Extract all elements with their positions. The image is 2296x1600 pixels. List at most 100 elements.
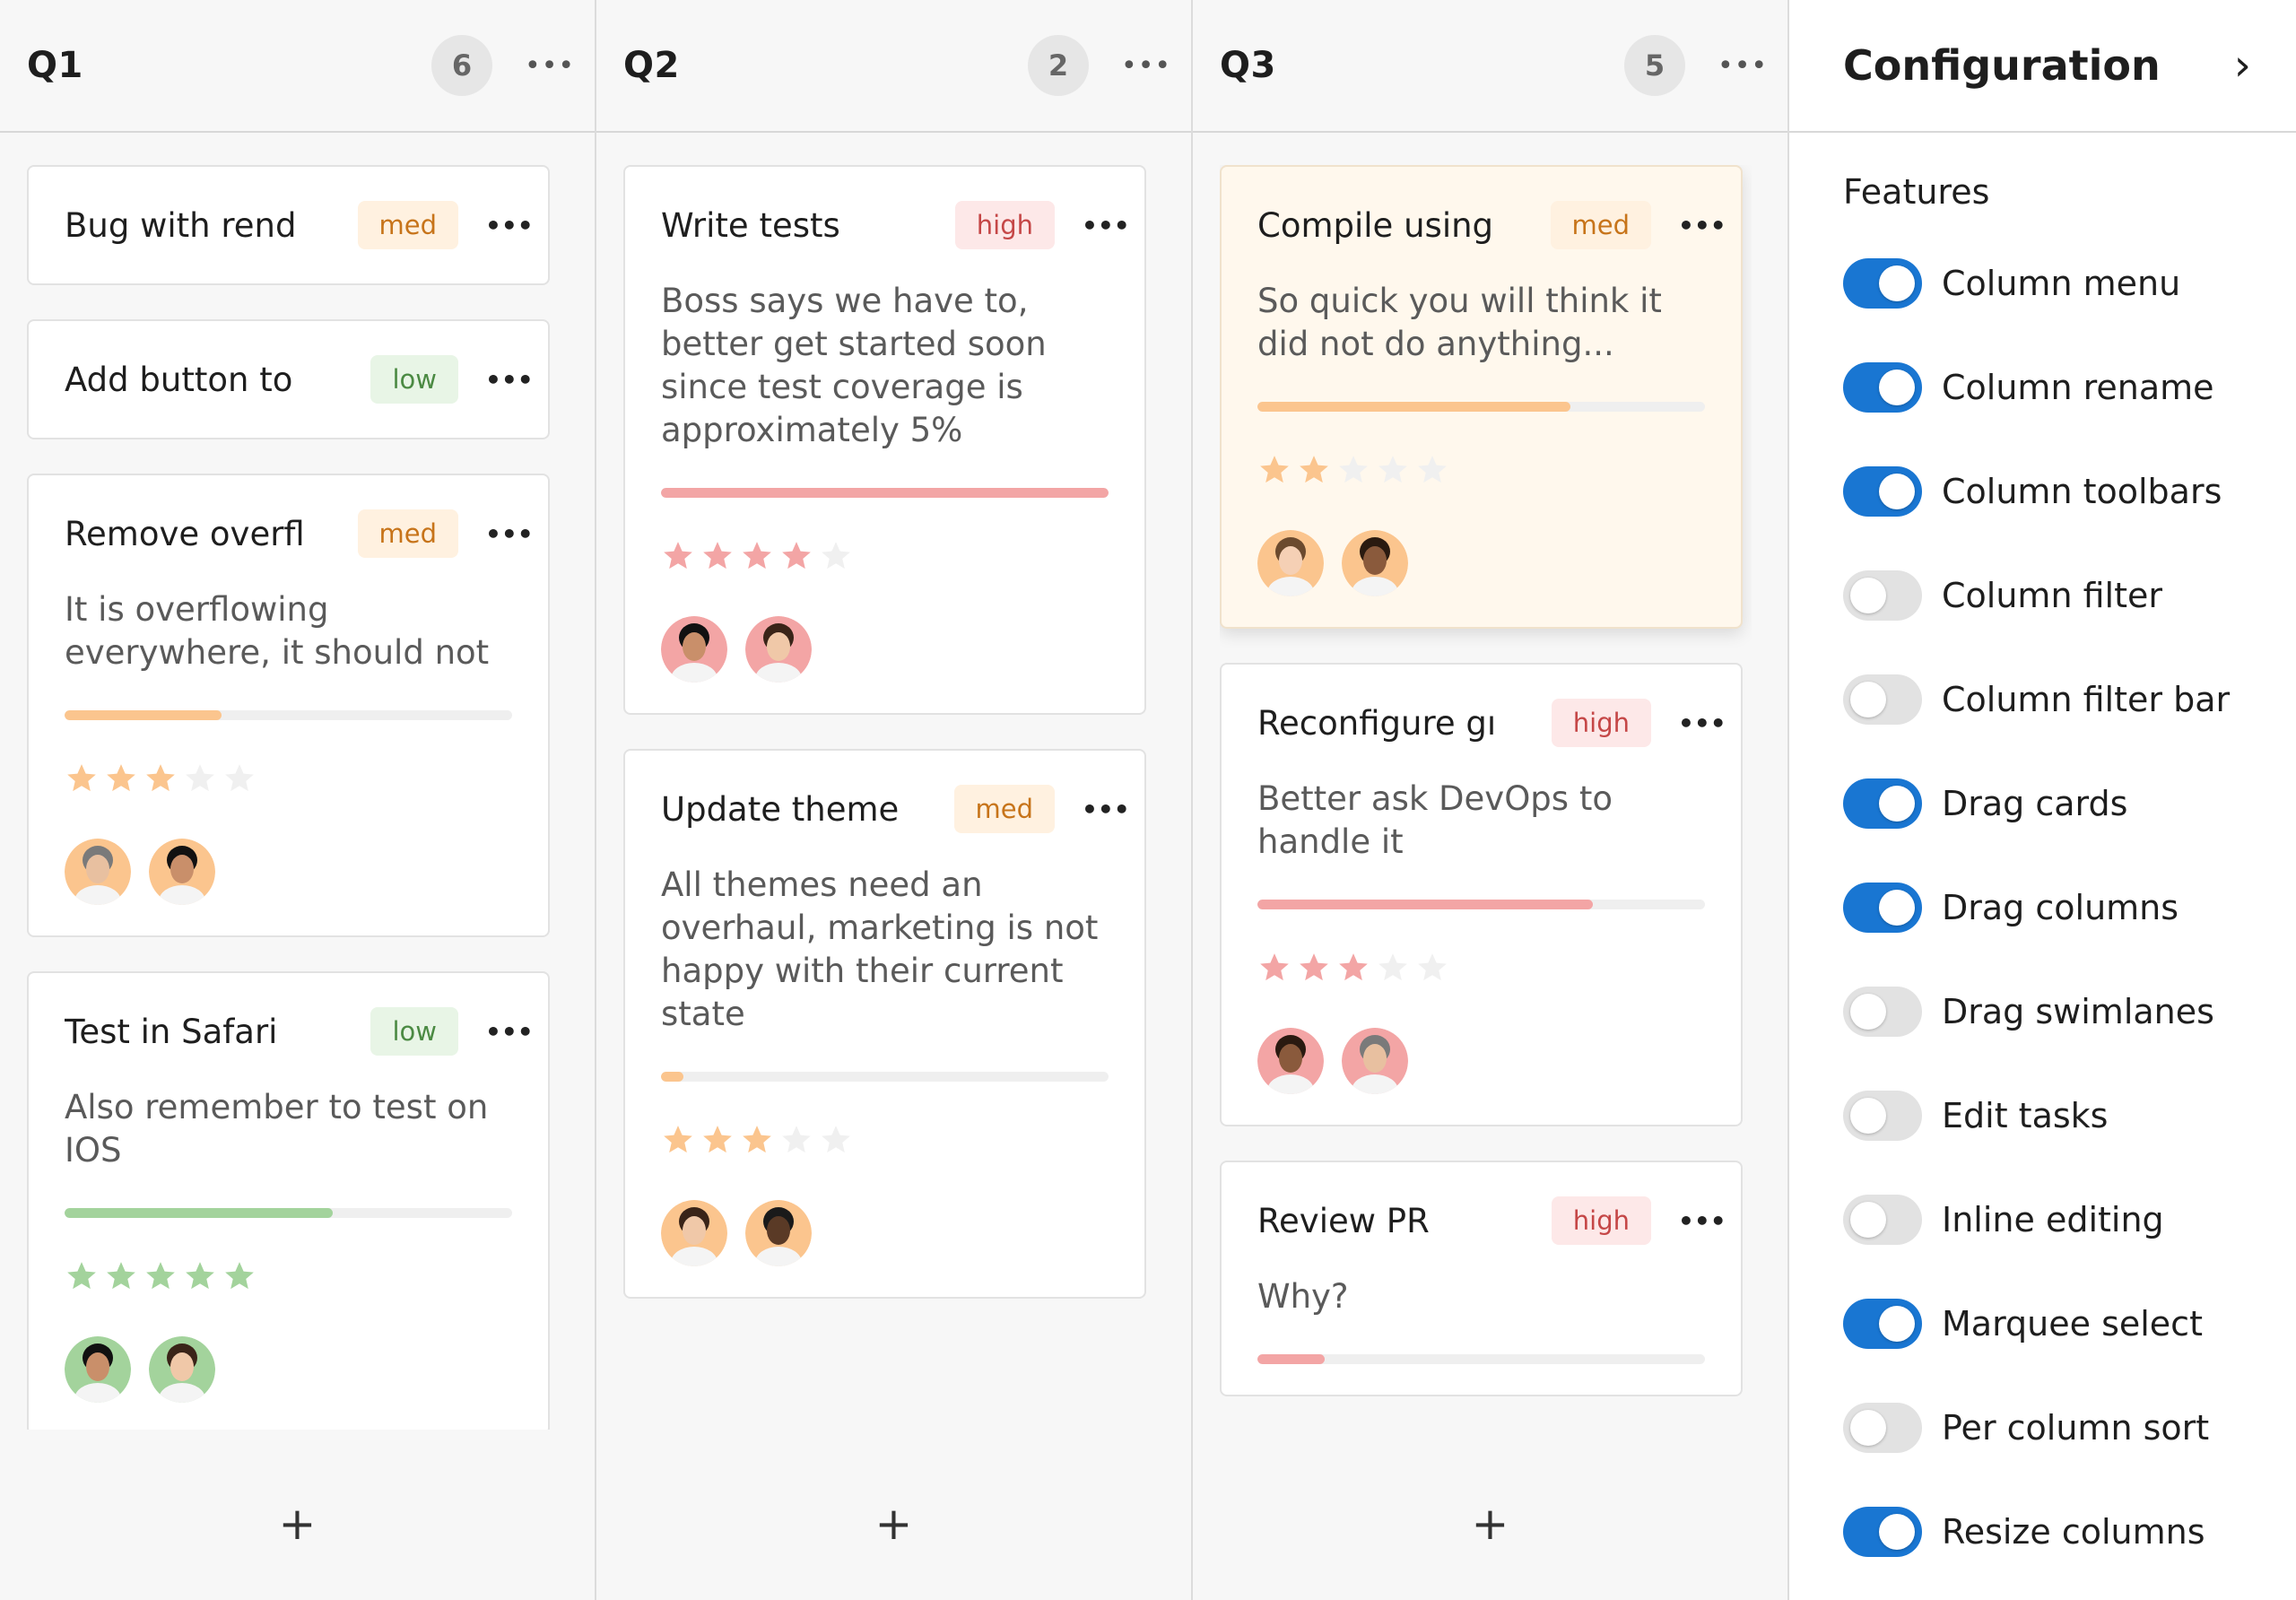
- task-card[interactable]: Update theme med ••• All themes need an ove…: [623, 749, 1146, 1299]
- avatar[interactable]: [745, 1200, 812, 1266]
- star-rating[interactable]: [661, 1123, 1109, 1161]
- task-card[interactable]: Remove overfl med ••• It is overflowing eve…: [27, 474, 550, 937]
- task-card[interactable]: Reconfigure gı high ••• Better ask DevOps t…: [1220, 663, 1743, 1126]
- star-empty-icon[interactable]: [1415, 453, 1449, 491]
- star-empty-icon[interactable]: [1415, 951, 1449, 988]
- chevron-right-icon[interactable]: ›: [2234, 40, 2251, 91]
- avatar[interactable]: [745, 616, 812, 683]
- card-menu-icon[interactable]: •••: [1678, 1206, 1726, 1236]
- avatar[interactable]: [65, 839, 131, 905]
- feature-toggle[interactable]: [1843, 987, 1922, 1037]
- star-empty-icon[interactable]: [1376, 453, 1410, 491]
- add-card-button[interactable]: +: [596, 1448, 1191, 1600]
- star-filled-icon[interactable]: [222, 1259, 257, 1297]
- star-empty-icon[interactable]: [779, 1123, 813, 1161]
- star-empty-icon[interactable]: [183, 761, 217, 799]
- card-menu-icon[interactable]: •••: [485, 211, 534, 240]
- card-title: Review PR: [1257, 1201, 1430, 1240]
- task-card[interactable]: Compile using med ••• So quick you will thi…: [1220, 165, 1743, 629]
- star-filled-icon[interactable]: [144, 1259, 178, 1297]
- star-rating[interactable]: [65, 1259, 512, 1297]
- avatar[interactable]: [149, 839, 215, 905]
- feature-toggle[interactable]: [1843, 1299, 1922, 1349]
- task-card[interactable]: Write tests high ••• Boss says we have to, …: [623, 165, 1146, 715]
- star-filled-icon[interactable]: [1297, 453, 1331, 491]
- star-empty-icon[interactable]: [1376, 951, 1410, 988]
- star-filled-icon[interactable]: [740, 1123, 774, 1161]
- avatar[interactable]: [1342, 530, 1408, 596]
- feature-toggle[interactable]: [1843, 1195, 1922, 1245]
- star-rating[interactable]: [661, 539, 1109, 577]
- star-filled-icon[interactable]: [661, 539, 695, 577]
- feature-toggle[interactable]: [1843, 466, 1922, 517]
- star-filled-icon[interactable]: [1257, 951, 1292, 988]
- star-filled-icon[interactable]: [1297, 951, 1331, 988]
- column-menu-icon[interactable]: •••: [1718, 50, 1767, 82]
- star-filled-icon[interactable]: [700, 1123, 735, 1161]
- card-menu-icon[interactable]: •••: [1082, 211, 1130, 240]
- feature-toggle[interactable]: [1843, 1403, 1922, 1453]
- avatar[interactable]: [661, 616, 727, 683]
- priority-badge: med: [357, 509, 458, 558]
- star-filled-icon[interactable]: [183, 1259, 217, 1297]
- card-title: Compile using: [1257, 205, 1494, 245]
- add-card-button[interactable]: +: [0, 1448, 595, 1600]
- star-filled-icon[interactable]: [65, 761, 99, 799]
- card-menu-icon[interactable]: •••: [1678, 211, 1726, 240]
- card-description: It is overflowing everywhere, it should …: [65, 590, 490, 672]
- star-rating[interactable]: [1257, 951, 1705, 988]
- star-rating[interactable]: [65, 761, 512, 799]
- avatar[interactable]: [1257, 530, 1324, 596]
- star-filled-icon[interactable]: [1257, 453, 1292, 491]
- avatar[interactable]: [65, 1336, 131, 1403]
- feature-toggle[interactable]: [1843, 778, 1922, 829]
- card-menu-icon[interactable]: •••: [485, 1017, 534, 1047]
- feature-toggle[interactable]: [1843, 258, 1922, 309]
- task-card[interactable]: Review PR high ••• Why?: [1220, 1161, 1743, 1396]
- column-title[interactable]: Q3: [1220, 45, 1624, 86]
- star-filled-icon[interactable]: [661, 1123, 695, 1161]
- add-card-button[interactable]: +: [1193, 1448, 1787, 1600]
- card-menu-icon[interactable]: •••: [485, 519, 534, 549]
- feature-toggle[interactable]: [1843, 674, 1922, 725]
- star-filled-icon[interactable]: [104, 761, 138, 799]
- star-rating[interactable]: [1257, 453, 1705, 491]
- column-header[interactable]: Q1 6 •••: [0, 0, 595, 133]
- star-empty-icon[interactable]: [222, 761, 257, 799]
- card-menu-icon[interactable]: •••: [485, 365, 534, 395]
- avatar[interactable]: [1257, 1028, 1324, 1094]
- column-menu-icon[interactable]: •••: [1121, 50, 1170, 82]
- card-title: Update theme: [661, 789, 900, 829]
- star-filled-icon[interactable]: [740, 539, 774, 577]
- card-header: Review PR high •••: [1257, 1193, 1726, 1248]
- column-header[interactable]: Q2 2 •••: [596, 0, 1191, 133]
- avatar[interactable]: [661, 1200, 727, 1266]
- star-filled-icon[interactable]: [144, 761, 178, 799]
- task-card[interactable]: Test in Safari low ••• Also remember to tes…: [27, 971, 550, 1430]
- avatar[interactable]: [149, 1336, 215, 1403]
- feature-toggle[interactable]: [1843, 362, 1922, 413]
- column-title[interactable]: Q2: [623, 45, 1028, 86]
- feature-toggle[interactable]: [1843, 1091, 1922, 1141]
- toggle-knob: [1879, 474, 1915, 509]
- star-filled-icon[interactable]: [104, 1259, 138, 1297]
- star-filled-icon[interactable]: [779, 539, 813, 577]
- star-filled-icon[interactable]: [700, 539, 735, 577]
- card-menu-icon[interactable]: •••: [1082, 795, 1130, 824]
- feature-toggle[interactable]: [1843, 883, 1922, 933]
- avatar[interactable]: [1342, 1028, 1408, 1094]
- card-menu-icon[interactable]: •••: [1678, 709, 1726, 738]
- star-empty-icon[interactable]: [819, 1123, 853, 1161]
- column-title[interactable]: Q1: [27, 45, 431, 86]
- star-empty-icon[interactable]: [819, 539, 853, 577]
- feature-toggle[interactable]: [1843, 570, 1922, 621]
- priority-badge: low: [370, 355, 458, 404]
- task-card[interactable]: Add button to low •••: [27, 319, 550, 439]
- star-empty-icon[interactable]: [1336, 453, 1370, 491]
- star-filled-icon[interactable]: [1336, 951, 1370, 988]
- feature-toggle[interactable]: [1843, 1507, 1922, 1557]
- column-menu-icon[interactable]: •••: [525, 50, 574, 82]
- column-header[interactable]: Q3 5 •••: [1193, 0, 1787, 133]
- star-filled-icon[interactable]: [65, 1259, 99, 1297]
- task-card[interactable]: Bug with rend med •••: [27, 165, 550, 285]
